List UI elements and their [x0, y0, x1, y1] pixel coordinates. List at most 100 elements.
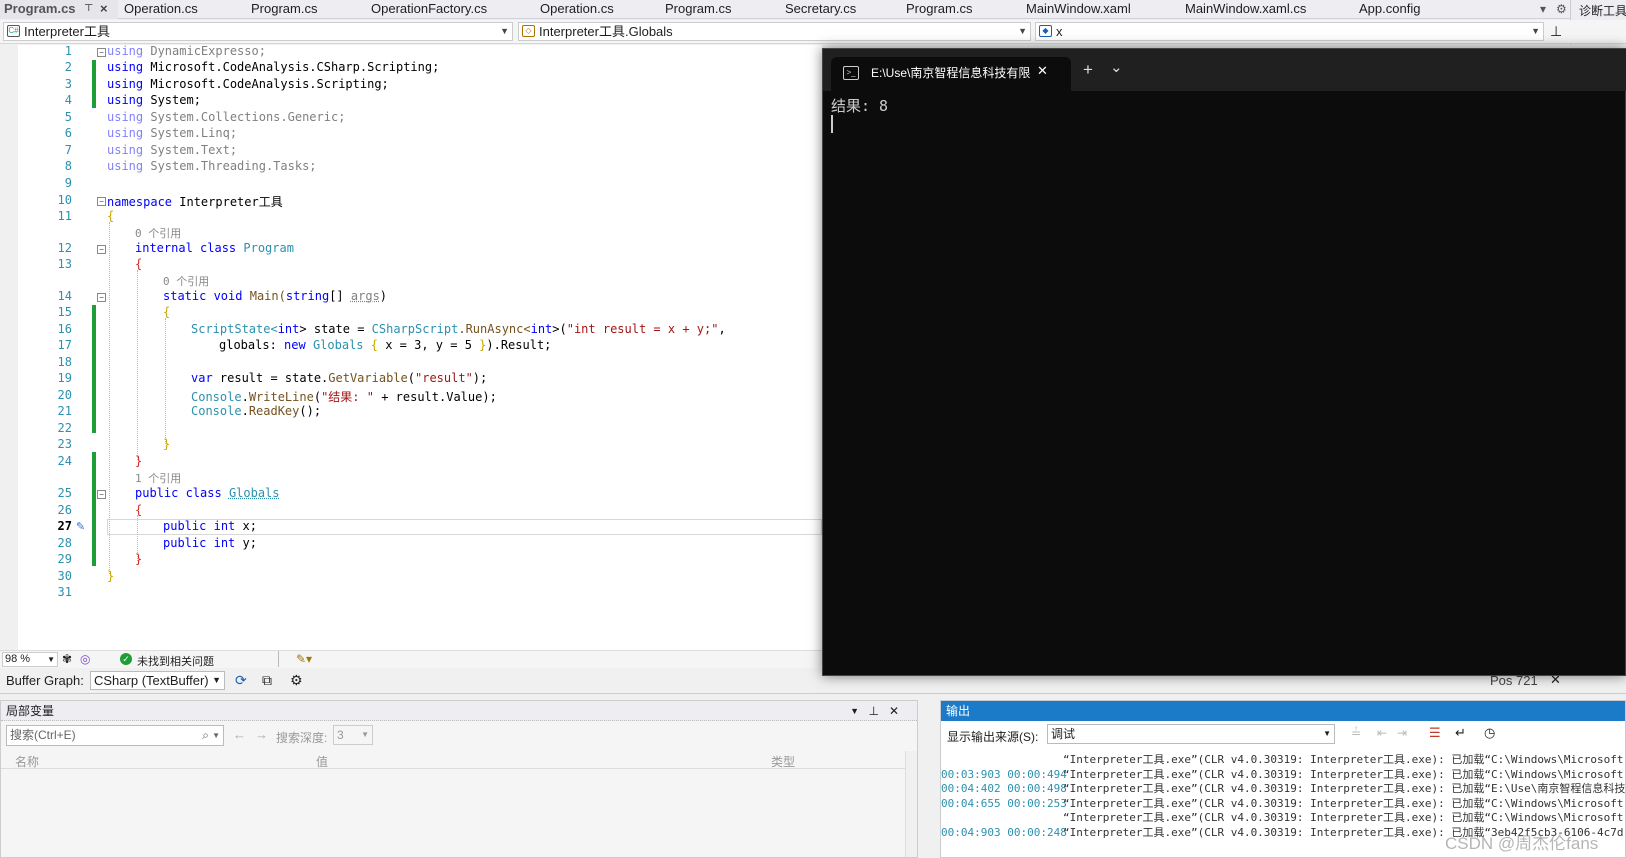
- codelens-references[interactable]: 0 个引用: [163, 273, 209, 289]
- line-number: 14: [57, 289, 72, 303]
- output-titlebar: 输出: [941, 701, 1625, 721]
- forward-arrow-icon[interactable]: →: [255, 727, 268, 742]
- line-number: 28: [57, 536, 72, 550]
- tab-program-cs-active[interactable]: Program.cs ⊤ ×: [0, 0, 118, 19]
- buffer-graph-dropdown[interactable]: CSharp (TextBuffer) ▼: [90, 671, 225, 690]
- timestamp-icon[interactable]: ◷: [1484, 725, 1495, 741]
- intellicode-icon[interactable]: ◎: [80, 652, 90, 666]
- line-number: 20: [57, 388, 72, 402]
- cleanup-brush-icon[interactable]: ✎▾: [296, 652, 312, 666]
- word-wrap-icon[interactable]: ↵: [1455, 725, 1466, 741]
- line-number: 11: [57, 209, 72, 223]
- line-number: 29: [57, 552, 72, 566]
- chevron-down-icon[interactable]: ⌄: [1110, 58, 1123, 76]
- line-number: 31: [57, 585, 72, 599]
- code-line-30: }: [107, 569, 115, 583]
- project-dropdown[interactable]: C# Interpreter工具 ▼: [3, 22, 513, 41]
- output-line: 00:04:402 00:00:498“Interpreter工具.exe”(C…: [941, 782, 1625, 795]
- close-icon[interactable]: ×: [100, 0, 108, 18]
- line-number: 19: [57, 371, 72, 385]
- chevron-down-icon: ▼: [212, 675, 221, 685]
- settings-icon[interactable]: ⚙: [1556, 0, 1567, 19]
- col-value-header[interactable]: 值: [316, 753, 328, 770]
- collapse-icon[interactable]: −: [97, 245, 106, 254]
- refresh-graph-icon[interactable]: ⟳: [235, 672, 247, 689]
- tab-program-cs-3[interactable]: Program.cs: [902, 0, 972, 19]
- code-line-12: internal class Program: [135, 241, 294, 255]
- diagnostic-tools-label[interactable]: 诊断工具: [1579, 2, 1626, 19]
- vertical-scrollbar[interactable]: [905, 751, 917, 857]
- tab-operation-cs[interactable]: Operation.cs: [120, 0, 198, 19]
- output-source-dropdown[interactable]: 调试 ▼: [1047, 724, 1335, 744]
- code-line-11: {: [107, 209, 115, 223]
- editor-status-bar: 98 % ▼ ✾ ◎ ✓ 未找到相关问题 ✎▾: [0, 650, 822, 668]
- tab-app-config[interactable]: App.config: [1355, 0, 1420, 19]
- ai-assist-icon[interactable]: ✾: [62, 652, 72, 666]
- collapse-icon[interactable]: −: [97, 490, 106, 499]
- console-output: 结果: 8: [831, 97, 889, 115]
- chevron-down-icon[interactable]: ▼: [850, 701, 859, 721]
- col-type-header[interactable]: 类型: [771, 753, 795, 770]
- tab-label: Secretary.cs: [785, 1, 857, 16]
- new-tab-icon[interactable]: +: [1083, 60, 1093, 80]
- find-message-icon[interactable]: ≟: [1351, 726, 1361, 740]
- tab-program-cs[interactable]: Program.cs: [247, 0, 317, 19]
- csharp-project-icon: C#: [7, 25, 20, 37]
- collapse-icon[interactable]: −: [97, 293, 106, 302]
- pin-icon[interactable]: ⊤: [84, 0, 93, 18]
- member-dropdown[interactable]: ◆ x ▼: [1035, 22, 1544, 41]
- codelens-references[interactable]: 0 个引用: [135, 225, 181, 241]
- split-window-icon[interactable]: ⊥: [1550, 23, 1562, 40]
- tab-operationfactory-cs[interactable]: OperationFactory.cs: [367, 0, 487, 19]
- tab-mainwindow-xaml[interactable]: MainWindow.xaml: [1022, 0, 1131, 19]
- class-icon: ◇: [522, 25, 535, 37]
- close-tab-icon[interactable]: ✕: [1037, 63, 1048, 79]
- close-icon[interactable]: ✕: [889, 701, 899, 721]
- code-line-3: using Microsoft.CodeAnalysis.Scripting;: [107, 77, 389, 91]
- code-line-2: using Microsoft.CodeAnalysis.CSharp.Scri…: [107, 60, 440, 74]
- chevron-down-icon: ▼: [361, 730, 369, 739]
- clear-all-icon[interactable]: ☰: [1429, 725, 1441, 741]
- codelens-references[interactable]: 1 个引用: [135, 470, 181, 486]
- tab-list-dropdown-icon[interactable]: ▾: [1540, 0, 1546, 19]
- code-line-19: var result = state.GetVariable("result")…: [191, 371, 488, 385]
- collapse-icon[interactable]: −: [97, 48, 106, 57]
- tab-program-cs-2[interactable]: Program.cs: [661, 0, 731, 19]
- tab-label: OperationFactory.cs: [371, 1, 488, 16]
- quick-actions-brush-icon[interactable]: ✎: [76, 520, 85, 533]
- console-tab[interactable]: >_ E:\Use\南京智程信息科技有限: [831, 57, 1071, 91]
- output-line: “Interpreter工具.exe”(CLR v4.0.30319: Inte…: [1063, 811, 1625, 824]
- search-depth-dropdown[interactable]: 3 ▼: [333, 725, 373, 745]
- line-number: 17: [57, 338, 72, 352]
- code-line-29: }: [135, 552, 143, 566]
- tab-mainwindow-xaml-cs[interactable]: MainWindow.xaml.cs: [1181, 0, 1306, 19]
- change-marker: [92, 452, 96, 566]
- next-message-icon[interactable]: ⇥: [1397, 726, 1407, 740]
- tab-label: App.config: [1359, 1, 1421, 16]
- type-dropdown[interactable]: ◇ Interpreter工具.Globals ▼: [518, 22, 1031, 41]
- search-depth-label: 搜索深度:: [276, 731, 328, 745]
- col-name-header[interactable]: 名称: [15, 753, 39, 770]
- zoom-dropdown[interactable]: 98 % ▼: [2, 652, 58, 667]
- back-arrow-icon[interactable]: ←: [233, 727, 246, 742]
- code-line-1: using DynamicExpresso;: [107, 44, 266, 58]
- line-number: 21: [57, 404, 72, 418]
- code-line-23: }: [163, 437, 171, 451]
- tab-secretary-cs[interactable]: Secretary.cs: [781, 0, 856, 19]
- locals-search-input[interactable]: 搜索(Ctrl+E) ⌕ ▼: [6, 725, 224, 746]
- layout-graph-icon[interactable]: ⧉: [262, 672, 272, 689]
- tab-label: MainWindow.xaml.cs: [1185, 1, 1307, 16]
- pin-icon[interactable]: ⊥: [869, 701, 879, 721]
- code-line-15: {: [163, 305, 171, 319]
- code-line-25: public class Globals: [135, 486, 280, 500]
- code-line-7: using System.Text;: [107, 143, 238, 157]
- type-value: Interpreter工具.Globals: [539, 24, 673, 39]
- search-icon: ⌕: [202, 728, 209, 742]
- prev-message-icon[interactable]: ⇤: [1377, 726, 1387, 740]
- console-window[interactable]: >_ E:\Use\南京智程信息科技有限 ✕ + ⌄ 结果: 8: [822, 48, 1626, 676]
- editor-margin: [0, 45, 18, 650]
- graph-settings-icon[interactable]: ⚙: [290, 672, 303, 689]
- collapse-icon[interactable]: −: [97, 197, 106, 206]
- issues-status[interactable]: 未找到相关问题: [137, 653, 214, 669]
- tab-operation-cs-2[interactable]: Operation.cs: [536, 0, 614, 19]
